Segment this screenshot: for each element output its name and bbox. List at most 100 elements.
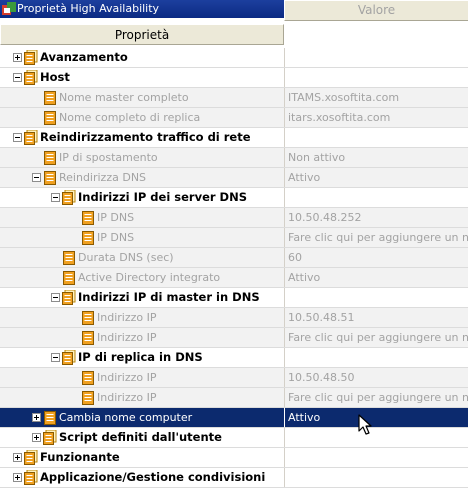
tree-row-label: Funzionante <box>40 450 120 464</box>
value-text: Non attivo <box>288 151 346 164</box>
column-header-property[interactable]: Proprietà <box>0 24 284 45</box>
folder-doc-icon <box>24 470 38 485</box>
value-text: 10.50.48.50 <box>288 371 355 384</box>
value-text: 10.50.48.252 <box>288 211 362 224</box>
tree-row-replica-ip[interactable]: Indirizzo IP 10.50.48.50 <box>0 368 468 388</box>
tree-row-label: IP DNS <box>97 211 135 224</box>
tree-row-ip-dns[interactable]: IP DNS Fare clic qui per aggiungere un n <box>0 228 468 248</box>
property-doc-icon <box>44 171 56 185</box>
value-cell[interactable]: 10.50.48.51 <box>285 308 468 327</box>
property-doc-icon <box>44 111 56 125</box>
value-text: Attivo <box>288 271 321 284</box>
folder-doc-icon <box>24 450 38 465</box>
tree-row-label: IP di spostamento <box>59 151 158 164</box>
collapse-toggle[interactable] <box>13 73 22 82</box>
value-cell[interactable]: Fare clic qui per aggiungere un n <box>285 328 468 347</box>
value-cell[interactable]: Attivo <box>285 408 468 427</box>
value-cell[interactable]: ITAMS.xosoftita.com <box>285 88 468 107</box>
tree-row-funzionante[interactable]: Funzionante <box>0 448 468 468</box>
tree-row-master-dns[interactable]: Indirizzi IP di master in DNS <box>0 288 468 308</box>
tree-row-host[interactable]: Host <box>0 68 468 88</box>
tree-row-avanzamento[interactable]: Avanzamento <box>0 48 468 68</box>
property-doc-icon <box>82 211 94 225</box>
tree-row-replica-dns[interactable]: IP di replica in DNS <box>0 348 468 368</box>
value-cell[interactable]: itars.xosoftita.com <box>285 108 468 127</box>
tree-row-script-utente[interactable]: Script definiti dall'utente <box>0 428 468 448</box>
tree-row-label: Reindirizzamento traffico di rete <box>40 130 251 144</box>
tree-row-label: Indirizzi IP di master in DNS <box>78 290 260 304</box>
value-text: 10.50.48.51 <box>288 311 355 324</box>
folder-doc-icon <box>62 190 76 205</box>
tree-row-master-ip[interactable]: Indirizzo IP Fare clic qui per aggiunger… <box>0 328 468 348</box>
tree-row-label: Nome master completo <box>59 91 189 104</box>
property-doc-icon <box>82 371 94 385</box>
ha-properties-icon <box>2 2 16 15</box>
tree-row-indirizzi-dns[interactable]: Indirizzi IP dei server DNS <box>0 188 468 208</box>
tree-row-nome-master[interactable]: Nome master completo ITAMS.xosoftita.com <box>0 88 468 108</box>
property-doc-icon <box>63 271 75 285</box>
tree-row-label: Indirizzo IP <box>97 371 157 384</box>
panel-title: Proprietà High Availability <box>17 2 160 15</box>
value-cell[interactable]: Fare clic qui per aggiungere un n <box>285 228 468 247</box>
collapse-toggle[interactable] <box>13 133 22 142</box>
tree-row-label: Avanzamento <box>40 50 128 64</box>
tree-row-nome-replica[interactable]: Nome completo di replica itars.xosoftita… <box>0 108 468 128</box>
collapse-toggle[interactable] <box>32 173 41 182</box>
tree-row-label: Indirizzi IP dei server DNS <box>78 190 248 204</box>
folder-doc-icon <box>62 290 76 305</box>
value-text: Attivo <box>288 171 321 184</box>
value-text: ITAMS.xosoftita.com <box>288 91 400 104</box>
tree-row-ip-spostamento[interactable]: IP di spostamento Non attivo <box>0 148 468 168</box>
tree-row-cambia-nome[interactable]: Cambia nome computer Attivo <box>0 408 468 428</box>
collapse-toggle[interactable] <box>51 193 60 202</box>
value-cell[interactable]: 10.50.48.50 <box>285 368 468 387</box>
tree-row-reindirizzamento[interactable]: Reindirizzamento traffico di rete <box>0 128 468 148</box>
tree-row-active-directory[interactable]: Active Directory integrato Attivo <box>0 268 468 288</box>
tree-row-label: Durata DNS (sec) <box>78 251 174 264</box>
tree-row-master-ip[interactable]: Indirizzo IP 10.50.48.51 <box>0 308 468 328</box>
tree-row-replica-ip[interactable]: Indirizzo IP Fare clic qui per aggiunger… <box>0 388 468 408</box>
tree-row-reindirizza-dns[interactable]: Reindirizza DNS Attivo <box>0 168 468 188</box>
tree-row-ip-dns[interactable]: IP DNS 10.50.48.252 <box>0 208 468 228</box>
property-doc-icon <box>82 331 94 345</box>
expand-toggle[interactable] <box>32 413 41 422</box>
column-header-value[interactable]: Valore <box>284 0 468 21</box>
tree-row-label: Cambia nome computer <box>59 411 193 424</box>
property-tree: Avanzamento Host Nome master completo IT… <box>0 48 468 488</box>
tree-row-applicazione[interactable]: Applicazione/Gestione condivisioni <box>0 468 468 488</box>
value-cell[interactable]: 60 <box>285 248 468 267</box>
tree-row-label: IP DNS <box>97 231 135 244</box>
value-text: 60 <box>288 251 302 264</box>
tree-row-durata-dns[interactable]: Durata DNS (sec) 60 <box>0 248 468 268</box>
value-cell[interactable]: Non attivo <box>285 148 468 167</box>
tree-row-label: IP di replica in DNS <box>78 350 203 364</box>
property-doc-icon <box>44 151 56 165</box>
tree-row-label: Reindirizza DNS <box>59 171 147 184</box>
tree-row-label: Indirizzo IP <box>97 311 157 324</box>
collapse-toggle[interactable] <box>51 353 60 362</box>
value-text: itars.xosoftita.com <box>288 111 391 124</box>
tree-row-label: Applicazione/Gestione condivisioni <box>40 470 266 484</box>
tree-row-label: Nome completo di replica <box>59 111 201 124</box>
value-cell[interactable]: 10.50.48.252 <box>285 208 468 227</box>
collapse-toggle[interactable] <box>51 293 60 302</box>
value-cell[interactable]: Attivo <box>285 268 468 287</box>
folder-doc-icon <box>24 130 38 145</box>
mouse-pointer-icon <box>358 414 372 435</box>
expand-toggle[interactable] <box>13 53 22 62</box>
tree-row-label: Indirizzo IP <box>97 391 157 404</box>
value-text: Fare clic qui per aggiungere un n <box>288 391 468 404</box>
expand-toggle[interactable] <box>13 473 22 482</box>
folder-doc-icon <box>24 50 38 65</box>
property-doc-icon <box>63 251 75 265</box>
folder-doc-icon <box>24 70 38 85</box>
expand-toggle[interactable] <box>13 453 22 462</box>
value-cell[interactable]: Attivo <box>285 168 468 187</box>
property-doc-icon <box>82 391 94 405</box>
value-cell[interactable]: Fare clic qui per aggiungere un n <box>285 388 468 407</box>
property-doc-icon <box>82 311 94 325</box>
value-text: Attivo <box>288 411 321 424</box>
value-text: Fare clic qui per aggiungere un n <box>288 331 468 344</box>
expand-toggle[interactable] <box>32 433 41 442</box>
folder-doc-icon <box>43 430 57 445</box>
